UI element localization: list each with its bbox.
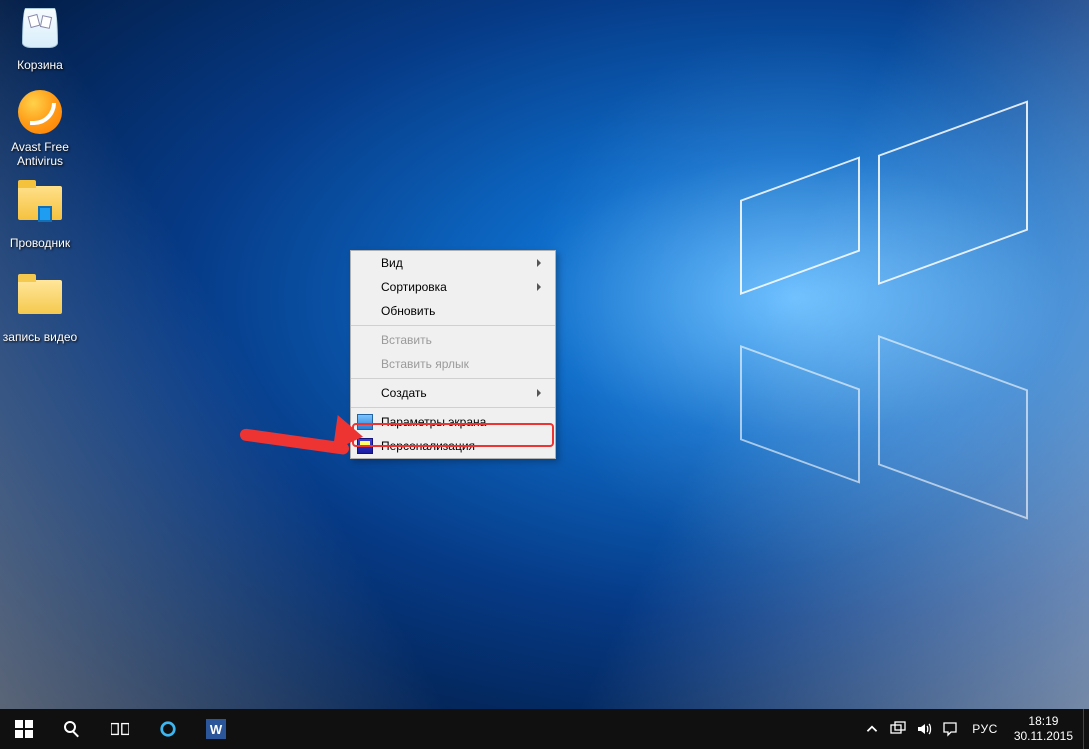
desktop-icons: Корзина Avast Free Antivirus Проводник з… [0, 0, 80, 344]
taskbar-app-word[interactable]: W [192, 709, 240, 749]
menu-item-sort[interactable]: Сортировка [351, 275, 555, 299]
menu-item-view[interactable]: Вид [351, 251, 555, 275]
word-icon: W [206, 719, 226, 739]
menu-separator [351, 325, 555, 326]
start-button[interactable] [0, 709, 48, 749]
tray-overflow-icon[interactable] [864, 721, 880, 737]
taskbar-clock[interactable]: 18:19 30.11.2015 [1004, 714, 1083, 744]
icon-label: запись видео [0, 330, 80, 344]
menu-separator [351, 407, 555, 408]
folder-icon [16, 186, 64, 234]
menu-item-refresh[interactable]: Обновить [351, 299, 555, 323]
taskbar: W РУС 18:19 30.11.2015 [0, 709, 1089, 749]
wallpaper-pane [878, 335, 1028, 520]
clock-time: 18:19 [1014, 714, 1073, 729]
annotation-arrow-head [333, 415, 384, 457]
search-icon [63, 720, 81, 738]
icon-label: Проводник [0, 236, 80, 250]
taskbar-right: РУС 18:19 30.11.2015 [856, 709, 1089, 749]
wallpaper-pane [740, 156, 860, 295]
icon-label: Avast Free Antivirus [0, 140, 80, 168]
taskbar-left: W [0, 709, 240, 749]
volume-icon[interactable] [916, 721, 932, 737]
desktop-icon-recycle-bin[interactable]: Корзина [0, 8, 80, 72]
show-desktop-button[interactable] [1083, 709, 1089, 749]
desktop-icon-explorer[interactable]: Проводник [0, 186, 80, 250]
menu-item-paste-shortcut: Вставить ярлык [351, 352, 555, 376]
desktop-icon-avast[interactable]: Avast Free Antivirus [0, 90, 80, 168]
task-view-icon [111, 720, 129, 738]
action-center-icon[interactable] [942, 721, 958, 737]
search-button[interactable] [48, 709, 96, 749]
taskbar-app-edge[interactable] [144, 709, 192, 749]
network-icon[interactable] [890, 721, 906, 737]
menu-separator [351, 378, 555, 379]
menu-item-personalize[interactable]: Персонализация [351, 434, 555, 458]
folder-icon [16, 280, 64, 328]
desktop[interactable]: Корзина Avast Free Antivirus Проводник з… [0, 0, 1089, 709]
avast-icon [16, 90, 64, 138]
menu-item-new[interactable]: Создать [351, 381, 555, 405]
clock-date: 30.11.2015 [1014, 729, 1073, 744]
task-view-button[interactable] [96, 709, 144, 749]
desktop-icon-videos[interactable]: запись видео [0, 280, 80, 344]
windows-logo-icon [15, 720, 33, 738]
system-tray [856, 721, 966, 737]
menu-item-label: Параметры экрана [381, 415, 486, 429]
wallpaper-pane [878, 100, 1028, 285]
wallpaper-pane [740, 345, 860, 484]
language-indicator[interactable]: РУС [966, 722, 1004, 736]
recycle-bin-icon [16, 8, 64, 56]
menu-item-label: Персонализация [381, 439, 475, 453]
menu-item-paste: Вставить [351, 328, 555, 352]
icon-label: Корзина [0, 58, 80, 72]
edge-icon [159, 720, 177, 738]
